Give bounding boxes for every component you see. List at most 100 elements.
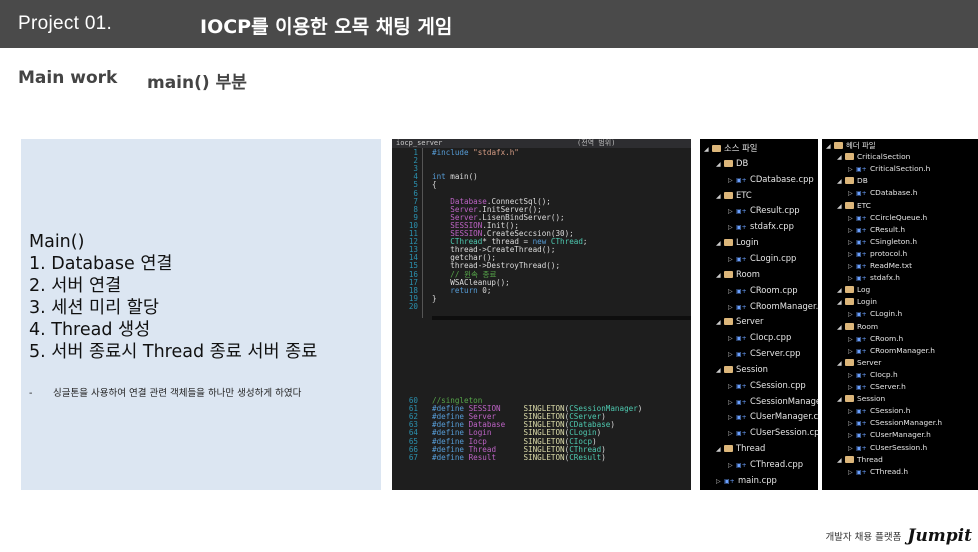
- tree-file[interactable]: ▷ ▣+ protocol.h: [848, 249, 907, 258]
- tree-file[interactable]: ▷ ▣+ CDatabase.h: [848, 188, 917, 197]
- header-files-tree[interactable]: ◢ 헤더 파일 ◢ CriticalSection ▷ ▣+ CriticalSection…: [822, 139, 978, 490]
- tree-file[interactable]: ▷ ▣+ CLogin.h: [848, 309, 902, 318]
- tree-file[interactable]: ▷ ▣+ CSession.h: [848, 406, 910, 415]
- collapse-arrow-icon[interactable]: ▷: [728, 351, 736, 358]
- tree-file[interactable]: ▷▣+CSessionManager.cpp: [728, 396, 818, 406]
- tree-file[interactable]: ▷ ▣+ stdafx.cpp: [728, 221, 794, 231]
- tree-folder[interactable]: ◢ CriticalSection: [837, 152, 910, 161]
- expand-arrow-icon[interactable]: ◢: [716, 319, 724, 326]
- scope-dropdown[interactable]: (전역 범위): [577, 139, 615, 148]
- tree-file[interactable]: ▷ ▣+ CThread.cpp: [728, 459, 803, 469]
- tree-folder[interactable]: ◢ Server: [716, 316, 763, 326]
- collapse-arrow-icon[interactable]: ▷: [728, 383, 736, 390]
- tree-file[interactable]: ▷ ▣+ CUserManager.h: [848, 430, 931, 439]
- collapse-arrow-icon[interactable]: ▷: [848, 372, 856, 379]
- expand-arrow-icon[interactable]: ◢: [837, 396, 845, 403]
- tree-file[interactable]: ▷ ▣+ main.cpp: [716, 475, 777, 485]
- tree-folder[interactable]: ◢ Thread: [716, 443, 765, 453]
- tree-folder[interactable]: ◢ DB: [837, 176, 868, 185]
- collapse-arrow-icon[interactable]: ▷: [848, 336, 856, 343]
- tree-file[interactable]: ▷ ▣+ CCircleQueue.h: [848, 213, 927, 222]
- expand-arrow-icon[interactable]: ◢: [826, 143, 834, 150]
- tree-folder[interactable]: ◢ Server: [837, 358, 881, 367]
- collapse-arrow-icon[interactable]: ▷: [728, 256, 736, 263]
- collapse-arrow-icon[interactable]: ▷: [728, 288, 736, 295]
- collapse-arrow-icon[interactable]: ▷: [848, 432, 856, 439]
- tree-folder[interactable]: ◢ Session: [837, 394, 885, 403]
- collapse-arrow-icon[interactable]: ▷: [848, 348, 856, 355]
- expand-arrow-icon[interactable]: ◢: [716, 272, 724, 279]
- expand-arrow-icon[interactable]: ◢: [837, 324, 845, 331]
- collapse-arrow-icon[interactable]: ▷: [848, 251, 856, 258]
- tree-folder[interactable]: ◢ 헤더 파일: [826, 140, 876, 151]
- collapse-arrow-icon[interactable]: ▷: [728, 430, 736, 437]
- tree-file[interactable]: ▷ ▣+ CSessionManager.h: [848, 418, 942, 427]
- collapse-arrow-icon[interactable]: ▷: [848, 227, 856, 234]
- collapse-arrow-icon[interactable]: ▷: [728, 224, 736, 231]
- tree-folder[interactable]: ◢ ETC: [837, 201, 871, 210]
- tree-file[interactable]: ▷ ▣+ CSession.cpp: [728, 380, 806, 390]
- tree-folder[interactable]: ◢ Thread: [837, 455, 883, 464]
- tree-file[interactable]: ▷ ▣+ CUserSession.h: [848, 443, 927, 452]
- tree-folder[interactable]: ◢ Login: [716, 237, 759, 247]
- expand-arrow-icon[interactable]: ◢: [837, 154, 845, 161]
- tree-file[interactable]: ▷ ▣+ ReadMe.txt: [848, 261, 912, 270]
- tree-file[interactable]: ▷ ▣+ CThread.h: [848, 467, 908, 476]
- expand-arrow-icon[interactable]: ◢: [716, 193, 724, 200]
- tree-file[interactable]: ▷ ▣+ stdafx.h: [848, 273, 900, 282]
- expand-arrow-icon[interactable]: ◢: [837, 178, 845, 185]
- tree-folder[interactable]: ◢ Log: [837, 285, 870, 294]
- expand-arrow-icon[interactable]: ◢: [716, 240, 724, 247]
- collapse-arrow-icon[interactable]: ▷: [848, 311, 856, 318]
- editor-tab[interactable]: iocp_server (전역 범위): [392, 139, 691, 148]
- tree-file[interactable]: ▷ ▣+ CIocp.cpp: [728, 332, 791, 342]
- tree-file[interactable]: ▷ ▣+ CSingleton.h: [848, 237, 917, 246]
- tree-file[interactable]: ▷ ▣+ CDatabase.cpp: [728, 174, 814, 184]
- tree-folder[interactable]: ◢ Login: [837, 297, 877, 306]
- expand-arrow-icon[interactable]: ◢: [716, 367, 724, 374]
- tree-folder[interactable]: ◢ ETC: [716, 190, 752, 200]
- collapse-arrow-icon[interactable]: ▷: [848, 408, 856, 415]
- tree-file[interactable]: ▷ ▣+ CResult.h: [848, 225, 905, 234]
- expand-arrow-icon[interactable]: ◢: [837, 299, 845, 306]
- tree-file[interactable]: ▷ ▣+ CUserSession.cpp: [728, 427, 818, 437]
- expand-arrow-icon[interactable]: ◢: [716, 161, 724, 168]
- tree-folder[interactable]: ◢ DB: [716, 158, 748, 168]
- tree-folder[interactable]: ◢ 소스 파일: [704, 142, 757, 154]
- collapse-arrow-icon[interactable]: ▷: [728, 335, 736, 342]
- collapse-arrow-icon[interactable]: ▷: [728, 414, 736, 421]
- tree-file[interactable]: ▷ ▣+ CIocp.h: [848, 370, 898, 379]
- collapse-arrow-icon[interactable]: ▷: [848, 263, 856, 270]
- expand-arrow-icon[interactable]: ◢: [704, 146, 712, 153]
- collapse-arrow-icon[interactable]: ▷: [848, 420, 856, 427]
- collapse-arrow-icon[interactable]: ▷: [848, 215, 856, 222]
- collapse-arrow-icon[interactable]: ▷: [848, 166, 856, 173]
- collapse-arrow-icon[interactable]: ▷: [728, 177, 736, 184]
- tree-file[interactable]: ▷▣+CUserManager.cpp: [728, 411, 818, 421]
- tree-folder[interactable]: ◢ Room: [837, 322, 878, 331]
- tree-file[interactable]: ▷ ▣+ CResult.cpp: [728, 205, 800, 215]
- tree-file[interactable]: ▷ ▣+ CRoom.cpp: [728, 285, 798, 295]
- collapse-arrow-icon[interactable]: ▷: [848, 275, 856, 282]
- collapse-arrow-icon[interactable]: ▷: [848, 239, 856, 246]
- expand-arrow-icon[interactable]: ◢: [837, 203, 845, 210]
- expand-arrow-icon[interactable]: ◢: [837, 457, 845, 464]
- tree-file[interactable]: ▷ ▣+ CServer.cpp: [728, 348, 800, 358]
- collapse-arrow-icon[interactable]: ▷: [848, 190, 856, 197]
- collapse-arrow-icon[interactable]: ▷: [848, 469, 856, 476]
- collapse-arrow-icon[interactable]: ▷: [728, 462, 736, 469]
- tree-file[interactable]: ▷ ▣+ CRoomManager.h: [848, 346, 935, 355]
- tree-file[interactable]: ▷ ▣+ CServer.h: [848, 382, 906, 391]
- collapse-arrow-icon[interactable]: ▷: [716, 478, 724, 485]
- expand-arrow-icon[interactable]: ◢: [837, 287, 845, 294]
- code-editor[interactable]: iocp_server (전역 범위) 1 #include "stdafx.h"…: [392, 139, 691, 490]
- tree-folder[interactable]: ◢ Session: [716, 364, 768, 374]
- collapse-arrow-icon[interactable]: ▷: [848, 445, 856, 452]
- tree-file[interactable]: ▷▣+CRoomManager.cpp: [728, 301, 818, 311]
- collapse-arrow-icon[interactable]: ▷: [728, 304, 736, 311]
- collapse-arrow-icon[interactable]: ▷: [728, 208, 736, 215]
- expand-arrow-icon[interactable]: ◢: [837, 360, 845, 367]
- tree-folder[interactable]: ◢ Room: [716, 269, 760, 279]
- tree-file[interactable]: ▷ ▣+ CriticalSection.h: [848, 164, 930, 173]
- source-files-tree[interactable]: ◢ 소스 파일 ◢ DB ▷ ▣+ CDatabase.cpp ◢ ETC ▷ ▣+ CResult.…: [700, 139, 818, 490]
